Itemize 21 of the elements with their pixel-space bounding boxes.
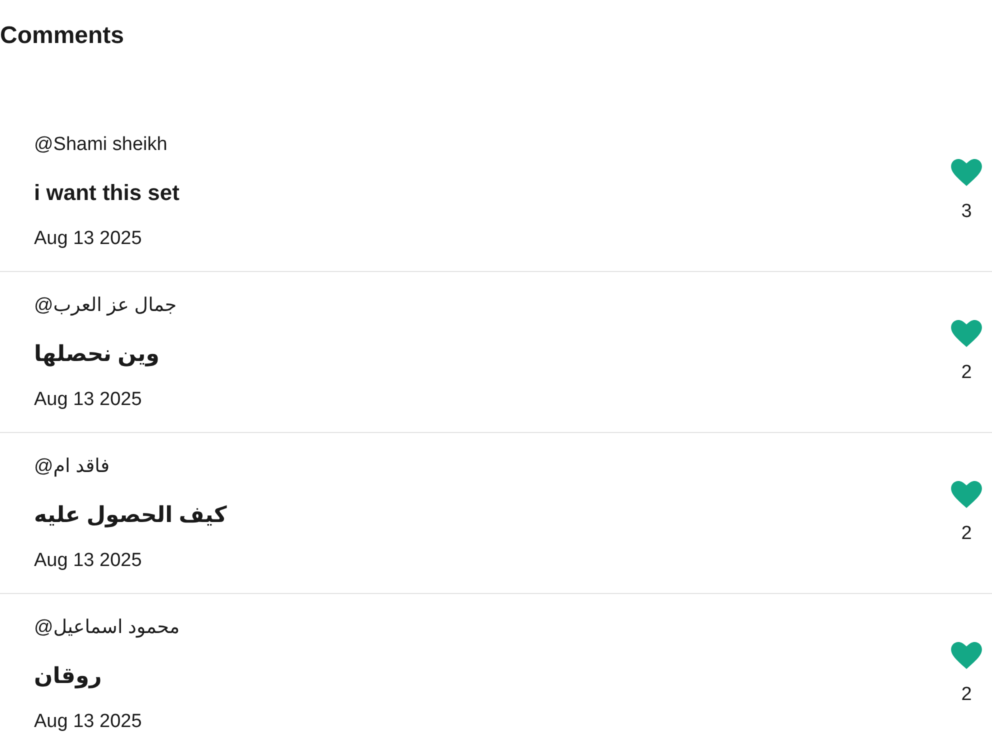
like-count: 2 [961, 683, 972, 707]
comment-author: @محمود اسماعيل [34, 616, 180, 640]
like-count: 3 [961, 200, 972, 224]
section-title: Comments [0, 22, 124, 50]
heart-icon[interactable] [951, 642, 982, 669]
comment-date: Aug 13 2025 [34, 549, 142, 573]
heart-icon[interactable] [951, 481, 982, 508]
comment-date: Aug 13 2025 [34, 388, 142, 412]
comment-text: i want this set [34, 179, 180, 207]
comment-date: Aug 13 2025 [34, 227, 142, 251]
comment-text: كيف الحصول عليه [34, 501, 227, 529]
like-count: 2 [961, 361, 972, 385]
heart-icon[interactable] [951, 159, 982, 186]
comment-text: روقان [34, 662, 102, 690]
heart-icon[interactable] [951, 320, 982, 347]
comment-author: @Shami sheikh [34, 133, 168, 157]
like-count: 2 [961, 522, 972, 546]
comment-author: @فاقد ام [34, 455, 110, 479]
comment-author: @جمال عز العرب [34, 294, 177, 318]
comment-date: Aug 13 2025 [34, 710, 142, 734]
comment-text: وين نحصلها [34, 340, 160, 368]
